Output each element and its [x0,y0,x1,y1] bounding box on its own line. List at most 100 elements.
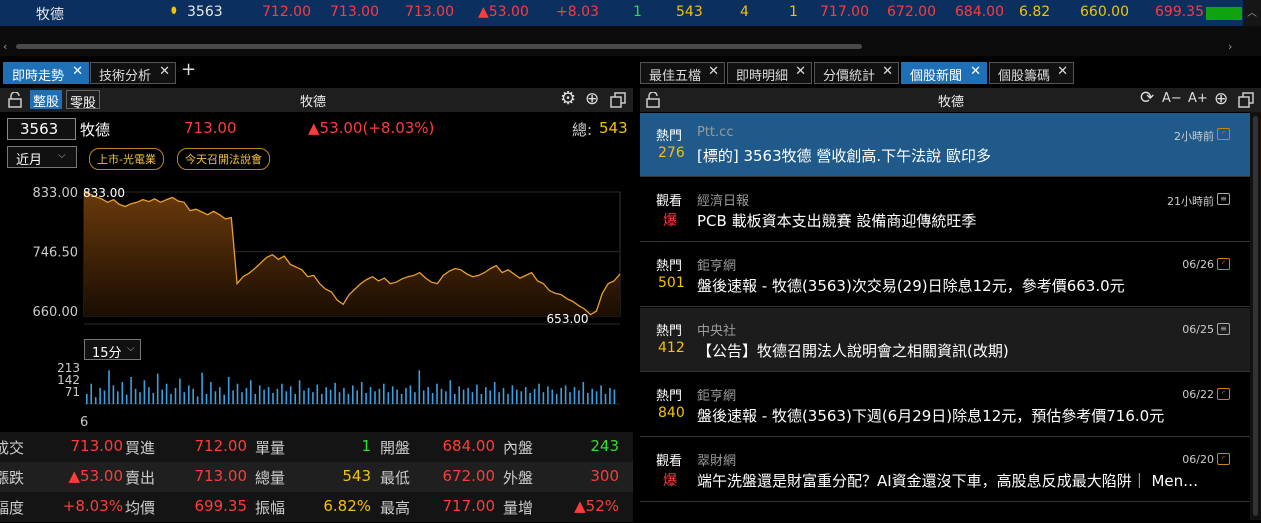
news-time: 06/20 [1182,453,1214,466]
tab-label: 技術分析 [99,69,152,84]
tab-best-five[interactable]: 最佳五檔 ✕ [640,62,725,84]
quote-label: 賣出 [125,469,156,487]
low-label: 653.00 [547,312,589,326]
close-icon[interactable]: ✕ [72,64,83,79]
close-icon[interactable]: ✕ [159,64,170,79]
scrollbar-thumb[interactable] [16,44,862,49]
stock-name: 牧德 [36,7,64,23]
refresh-icon[interactable]: ⟳ [1140,88,1154,108]
news-title[interactable]: [標的] 3563牧德 營收創高.下午法說 歐印多 [697,145,1242,166]
popout-icon[interactable] [610,92,626,108]
scrollbar-thumb[interactable] [1253,116,1258,516]
volume-bar [99,387,101,404]
news-count: 爆 [663,473,677,489]
volume-bar [445,391,447,404]
volume-bar [281,383,283,404]
volume-bar [511,385,514,404]
quote-label: 內盤 [503,439,534,457]
amplitude: 6.82 [1019,4,1051,20]
rss-icon[interactable]: ◜ [1217,388,1230,400]
industry-badge[interactable]: 上市-光電業 [89,148,164,170]
popout-icon[interactable] [1238,92,1254,108]
document-icon[interactable]: ≡ [1217,193,1230,205]
news-item[interactable]: 熱門 501 鉅亨網 盤後速報 - 牧德(3563)次交易(29)日除息12元，參考價… [640,243,1250,307]
lock-icon[interactable] [646,92,660,108]
lock-icon[interactable] [8,92,22,108]
intraday-chart[interactable]: 833.00746.50660.00833.00653.00213142716 [0,178,633,428]
rss-icon[interactable]: ◜ [1217,128,1230,140]
volume-bar [90,383,92,404]
volume-bar [347,393,350,404]
interval-select[interactable]: 15分 ⌵ [84,339,141,361]
close-icon[interactable]: ✕ [1057,64,1068,79]
y-tick-label: 746.50 [33,246,79,261]
tab-label: 分價統計 [823,69,876,84]
close-icon[interactable]: ✕ [795,64,806,79]
rss-icon[interactable]: ◜ [1217,453,1230,465]
news-item-partial[interactable] [640,503,1250,523]
volume-bar [520,391,523,404]
news-source: 翠財網 [697,454,737,469]
news-title[interactable]: 【公告】牧德召開法人說明會之相關資訊(改期) [697,340,1242,361]
volume-bar [329,389,332,404]
odd-lot-toggle[interactable]: 零股 [66,90,101,111]
news-time: 06/25 [1182,323,1214,336]
volume-bar [174,387,177,404]
event-badge[interactable]: 今天召開法說會 [177,148,270,170]
scroll-left-icon[interactable]: ‹ [3,40,7,53]
add-circle-icon[interactable]: ⊕ [1214,89,1228,109]
quote-label: 幅度 [0,499,25,517]
news-title[interactable]: 端午洗盤還是財富重分配？AI資金還沒下車，高股息反成最大陷阱｜ Men… [697,470,1242,491]
tab-technical-analysis[interactable]: 技術分析 ✕ [90,62,176,84]
volume-bar [130,377,132,404]
volume-bar [467,387,469,404]
quote-value: 1 [361,437,371,455]
volume-bar [356,390,358,404]
rss-icon[interactable]: ◜ [1217,258,1230,270]
quote-label: 成交 [0,439,25,457]
period-select[interactable]: 近月 ⌵ [7,146,77,168]
stock-code-input[interactable]: 3563 [7,118,76,140]
news-item[interactable]: 觀看爆 翠財網 端午洗盤還是財富重分配？AI資金還沒下車，高股息反成最大陷阱｜ Me… [640,438,1250,502]
volume-bar [538,383,540,404]
close-icon[interactable]: ✕ [882,64,893,79]
news-item[interactable]: 熱門 276 Ptt.cc [標的] 3563牧德 營收創高.下午法說 歐印多 2小時前… [640,113,1250,177]
volume-bar [334,382,336,404]
font-decrease-button[interactable]: A− [1162,91,1182,106]
board-lot-toggle[interactable]: 整股 [30,90,63,110]
font-increase-button[interactable]: A+ [1188,91,1208,106]
right-panel-header: 牧德 ⟳ A− A+ ⊕ [640,88,1261,112]
news-item[interactable]: 熱門 840 鉅亨網 盤後速報 - 牧德(3563)下週(6月29日)除息12元，預估… [640,373,1250,437]
tab-chip-analysis[interactable]: 個股籌碼 ✕ [989,62,1074,84]
tab-price-stats[interactable]: 分價統計 ✕ [814,62,899,84]
volume-bar [458,386,460,404]
scroll-up-icon[interactable]: ︿ [1247,4,1257,19]
close-icon[interactable]: ✕ [708,64,719,79]
news-scrollbar[interactable] [1250,112,1261,520]
volume-bar [383,383,385,404]
quote-label: 最低 [380,469,411,487]
horizontal-scrollbar[interactable]: ‹ › [0,26,1261,56]
quote-value: 300 [590,467,619,485]
tab-realtime-detail[interactable]: 即時明細 ✕ [727,62,812,84]
volume-bar [183,392,186,404]
news-title[interactable]: 盤後速報 - 牧德(3563)次交易(29)日除息12元，參考價663.0元 [697,275,1242,296]
news-count: 276 [658,145,685,161]
volume-bar [103,390,106,404]
add-tab-icon[interactable]: + [181,59,196,80]
document-icon[interactable]: ≡ [1217,323,1230,335]
volume-bar [591,388,593,404]
tab-stock-news[interactable]: 個股新聞 ✕ [901,62,987,84]
gear-icon[interactable]: ⚙ [560,88,576,109]
scroll-right-icon[interactable]: › [1228,40,1232,53]
quote-table-row[interactable]: 牧德 ⬮ 3563 712.00 713.00 713.00 ▲53.00 +8… [0,0,1243,26]
close-icon[interactable]: ✕ [970,64,981,79]
news-title[interactable]: 盤後速報 - 牧德(3563)下週(6月29日)除息12元，預估參考價716.0… [697,405,1242,426]
news-item[interactable]: 熱門 412 中央社 【公告】牧德召開法人說明會之相關資訊(改期) 06/25 ≡ [640,308,1250,372]
volume-bar [587,393,589,404]
news-title[interactable]: PCB 載板資本支出競賽 設備商迎傳統旺季 [697,210,1242,231]
add-circle-icon[interactable]: ⊕ [585,89,599,109]
news-tag: 觀看 [656,194,683,209]
tab-realtime-trend[interactable]: 即時走勢 ✕ [3,62,89,84]
news-item[interactable]: 觀看爆 經濟日報 PCB 載板資本支出競賽 設備商迎傳統旺季 21小時前 ≡ [640,178,1250,242]
